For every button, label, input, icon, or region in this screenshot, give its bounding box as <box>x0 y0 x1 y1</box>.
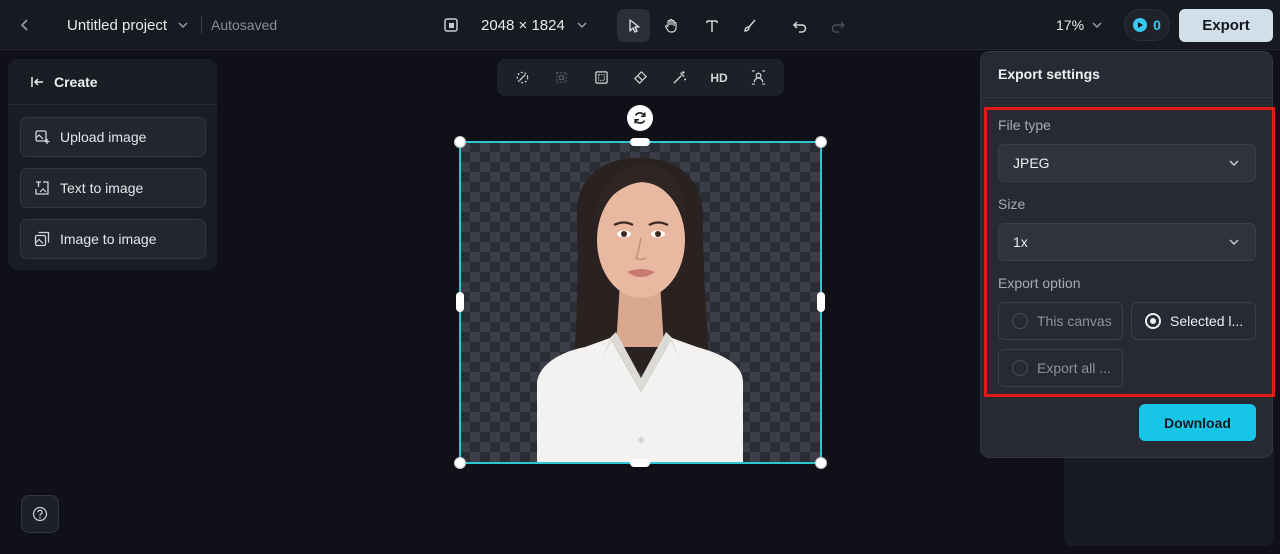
brush-icon <box>743 19 756 32</box>
help-button[interactable] <box>21 495 59 533</box>
export-button[interactable]: Export <box>1179 9 1273 42</box>
retouch-icon[interactable] <box>509 64 537 92</box>
remove-background-icon[interactable] <box>744 64 772 92</box>
resize-handle-bottom-left[interactable] <box>454 457 466 469</box>
option-label: This canvas <box>1037 313 1112 329</box>
hand-tool-button[interactable] <box>654 9 687 42</box>
undo-button[interactable] <box>783 9 816 42</box>
image-to-image-label: Image to image <box>60 231 157 247</box>
option-this-canvas[interactable]: This canvas <box>998 302 1123 340</box>
rotate-icon <box>634 112 646 124</box>
redo-button[interactable] <box>821 9 854 42</box>
undo-icon <box>792 20 806 33</box>
magic-wand-icon[interactable] <box>666 64 694 92</box>
option-label: Export all ... <box>1037 360 1111 376</box>
resize-handle-top-right[interactable] <box>815 136 827 148</box>
file-type-label: File type <box>998 117 1051 133</box>
chevron-down-icon <box>1229 239 1239 246</box>
upload-image-button[interactable]: Upload image <box>20 117 206 157</box>
radio-icon <box>1012 360 1028 376</box>
option-export-all[interactable]: Export all ... <box>998 349 1123 387</box>
resize-handle-top-left[interactable] <box>454 136 466 148</box>
text-tool-button[interactable] <box>695 9 728 42</box>
size-select[interactable]: 1x <box>998 223 1256 261</box>
project-title[interactable]: Untitled project <box>67 0 167 50</box>
back-button[interactable] <box>10 10 40 40</box>
rotate-handle[interactable] <box>627 105 653 131</box>
chevron-down-icon[interactable] <box>1086 14 1108 36</box>
collapse-left-icon <box>31 76 43 87</box>
export-settings-panel: Export settings File type JPEG Size 1x E… <box>980 51 1273 458</box>
divider <box>201 16 202 34</box>
credits-count: 0 <box>1153 17 1161 33</box>
chevron-down-icon[interactable] <box>172 14 194 36</box>
eraser-icon[interactable] <box>626 64 654 92</box>
resize-icon[interactable] <box>440 14 462 36</box>
chevron-down-icon <box>1229 160 1239 167</box>
create-header[interactable]: Create <box>8 59 217 105</box>
option-label: Selected l... <box>1170 313 1244 329</box>
hd-upscale-button[interactable]: HD <box>705 64 733 92</box>
top-bar: Untitled project Autosaved 2048 × 1824 1… <box>0 0 1280 50</box>
text-to-image-label: Text to image <box>60 180 144 196</box>
text-to-image-button[interactable]: Text to image <box>20 168 206 208</box>
create-panel: Create Upload image Text to image Image … <box>8 59 217 270</box>
file-type-value: JPEG <box>1013 155 1050 171</box>
divider <box>981 97 1272 98</box>
expand-icon[interactable] <box>587 64 615 92</box>
download-button[interactable]: Download <box>1139 404 1256 441</box>
upload-image-icon <box>35 130 50 144</box>
create-title: Create <box>54 73 98 90</box>
radio-selected-icon <box>1145 313 1161 329</box>
crop-icon[interactable] <box>548 64 576 92</box>
file-type-select[interactable]: JPEG <box>998 144 1256 182</box>
select-tool-button[interactable] <box>617 9 650 42</box>
upload-image-label: Upload image <box>60 129 147 145</box>
resize-handle-right[interactable] <box>817 292 825 312</box>
export-option-label: Export option <box>998 275 1081 291</box>
radio-icon <box>1012 313 1028 329</box>
text-icon <box>705 19 718 32</box>
hand-icon <box>664 18 677 33</box>
help-icon <box>32 506 48 522</box>
resize-handle-left[interactable] <box>456 292 464 312</box>
credits-badge[interactable]: 0 <box>1124 9 1170 41</box>
autosave-status: Autosaved <box>211 17 278 33</box>
canvas-image[interactable] <box>460 142 821 463</box>
resize-handle-bottom-right[interactable] <box>815 457 827 469</box>
portrait-image <box>537 157 743 463</box>
canvas-dimensions[interactable]: 2048 × 1824 <box>481 0 565 50</box>
cursor-icon <box>628 18 640 33</box>
chevron-left-icon <box>20 19 28 31</box>
option-selected-layers[interactable]: Selected l... <box>1131 302 1256 340</box>
export-settings-title: Export settings <box>998 66 1100 82</box>
text-to-image-icon <box>35 181 49 195</box>
image-to-image-icon <box>34 231 50 247</box>
brush-tool-button[interactable] <box>733 9 766 42</box>
chevron-down-icon[interactable] <box>571 14 593 36</box>
size-value: 1x <box>1013 234 1028 250</box>
size-label: Size <box>998 196 1026 212</box>
zoom-level[interactable]: 17% <box>1056 0 1084 50</box>
image-to-image-button[interactable]: Image to image <box>20 219 206 259</box>
resize-handle-top[interactable] <box>630 138 650 146</box>
redo-icon <box>831 20 845 33</box>
credit-icon <box>1133 18 1148 32</box>
resize-handle-bottom[interactable] <box>630 459 650 467</box>
image-toolbar: HD <box>497 59 784 96</box>
